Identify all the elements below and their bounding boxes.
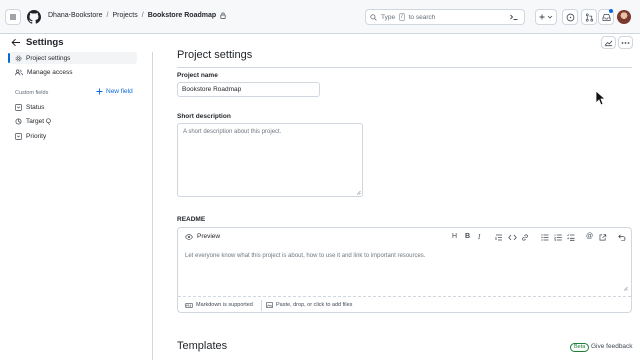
kebab-horizontal-icon [621, 41, 630, 44]
task-list-icon[interactable] [567, 234, 575, 241]
sidebar-field-label: Status [26, 103, 45, 111]
arrow-left-icon [11, 38, 20, 47]
unordered-list-icon[interactable] [541, 234, 549, 241]
issues-button[interactable] [562, 9, 578, 25]
readme-footer: Markdown is supported Paste, drop, or cl… [178, 296, 631, 313]
plus-icon [96, 88, 103, 95]
graph-icon [604, 39, 613, 46]
markdown-note: Markdown is supported [196, 302, 253, 308]
settings-main: Project settings Project name Bookstore … [153, 49, 640, 360]
image-icon [266, 302, 273, 308]
breadcrumb-owner[interactable]: Dhana-Bookstore [48, 12, 102, 19]
eye-icon [185, 233, 193, 240]
project-name-label: Project name [177, 72, 218, 79]
avatar[interactable] [617, 10, 631, 24]
breadcrumb: Dhana-Bookstore / Projects / Bookstore R… [48, 12, 226, 19]
attach-note: Paste, drop, or click to add files [276, 302, 353, 308]
undo-icon[interactable] [618, 234, 626, 241]
ordered-list-icon[interactable] [554, 234, 562, 241]
sidebar-item-label: Project settings [26, 54, 71, 62]
sidebar-field-status[interactable]: Status [9, 101, 137, 113]
settings-sidebar: Project settings Manage access [0, 52, 153, 360]
plus-dropdown-icon [539, 14, 553, 20]
heading-button[interactable]: H [452, 233, 457, 240]
sidebar-field-label: Target Q [26, 117, 51, 125]
search-input[interactable]: Type / to search [365, 9, 525, 25]
preview-tab-label: Preview [197, 233, 221, 240]
search-prefix: Type [381, 13, 396, 21]
iteration-icon [15, 118, 22, 124]
project-name-field[interactable]: Bookstore Roadmap [177, 82, 320, 97]
attach-files-button[interactable]: Paste, drop, or click to add files [266, 302, 352, 308]
resize-handle-icon[interactable] [356, 190, 361, 195]
resize-handle-icon[interactable] [623, 286, 628, 291]
notification-indicator [609, 9, 613, 13]
search-icon [370, 13, 377, 21]
quote-icon[interactable] [495, 234, 503, 241]
cross-reference-icon[interactable] [599, 234, 607, 241]
breadcrumb-separator: / [141, 12, 144, 19]
settings-header: Settings [0, 34, 640, 52]
readme-placeholder: Let everyone know what this project is a… [185, 253, 426, 259]
beta-badge: Beta [570, 343, 590, 352]
short-description-field[interactable]: A short description about this project. [177, 123, 363, 197]
mouse-cursor-icon [595, 90, 605, 106]
global-header: Dhana-Bookstore / Projects / Bookstore R… [0, 0, 640, 34]
sidebar-field-target-q[interactable]: Target Q [9, 115, 137, 127]
link-icon[interactable] [521, 234, 529, 241]
markdown-link[interactable]: Markdown is supported [185, 302, 253, 308]
single-select-icon [15, 103, 22, 111]
people-icon [15, 69, 23, 75]
preview-tab[interactable]: Preview [185, 233, 220, 240]
templates-title: Templates [177, 340, 228, 352]
lock-icon [220, 12, 226, 19]
breadcrumb-separator: / [106, 12, 109, 19]
search-suffix: to search [408, 13, 436, 21]
readme-label: README [177, 216, 206, 223]
pull-requests-button[interactable] [581, 9, 597, 25]
code-icon[interactable] [508, 234, 517, 241]
section-title: Project settings [177, 49, 253, 61]
short-description-label: Short description [177, 113, 231, 120]
insights-button[interactable] [601, 36, 616, 49]
github-mark-icon [27, 10, 41, 24]
give-feedback-link[interactable]: Give feedback [591, 343, 633, 350]
issue-opened-icon [566, 13, 574, 21]
readme-editor[interactable]: Preview H B I @ Let everyone know what t… [177, 227, 632, 313]
breadcrumb-projects[interactable]: Projects [112, 12, 137, 19]
custom-fields-heading: Custom fields [15, 90, 49, 96]
italic-button[interactable]: I [478, 233, 480, 241]
sidebar-item-project-settings[interactable]: Project settings [8, 52, 137, 64]
mention-button[interactable]: @ [586, 233, 593, 240]
new-field-button[interactable]: New field [96, 88, 133, 95]
readme-toolbar: Preview H B I @ [178, 228, 631, 246]
divider [177, 67, 632, 68]
markdown-icon [185, 302, 193, 308]
terminal-icon [510, 14, 518, 20]
single-select-icon [15, 132, 22, 140]
sidebar-item-label: Manage access [27, 68, 73, 76]
menu-button[interactable] [5, 9, 21, 25]
short-description-placeholder: A short description about this project. [183, 129, 282, 135]
hamburger-icon [10, 14, 16, 20]
sidebar-field-label: Priority [26, 132, 47, 140]
git-pull-request-icon [585, 12, 593, 22]
inbox-icon [602, 13, 610, 21]
sidebar-item-manage-access[interactable]: Manage access [9, 66, 137, 78]
bold-button[interactable]: B [465, 233, 470, 240]
footer-divider [261, 300, 262, 311]
gear-icon [15, 55, 22, 61]
page-title: Settings [26, 37, 64, 48]
breadcrumb-project[interactable]: Bookstore Roadmap [148, 12, 216, 19]
command-palette-button[interactable] [508, 12, 520, 22]
back-button[interactable] [11, 38, 21, 47]
github-logo[interactable] [26, 9, 42, 25]
sidebar-field-priority[interactable]: Priority [9, 130, 137, 142]
search-shortcut: / [399, 13, 405, 21]
more-options-button[interactable] [618, 36, 633, 49]
create-new-button[interactable] [535, 9, 557, 25]
new-field-label: New field [106, 88, 133, 95]
